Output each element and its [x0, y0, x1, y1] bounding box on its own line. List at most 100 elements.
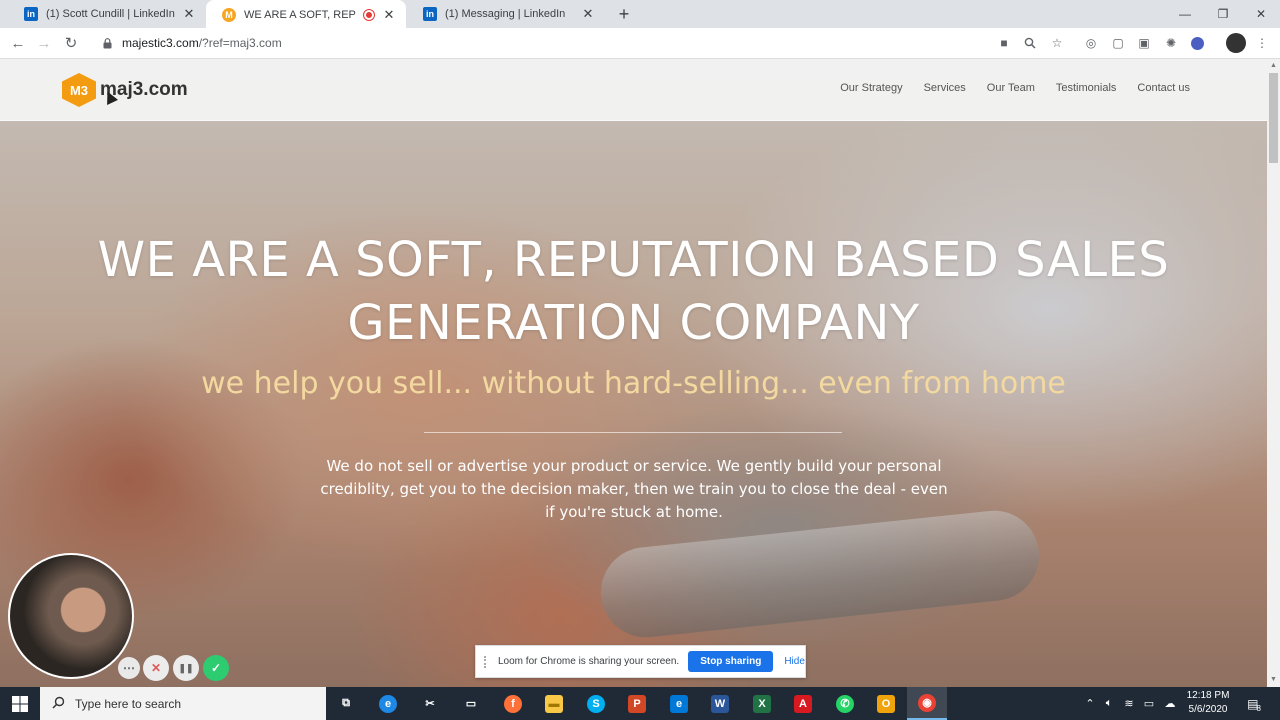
taskbar-edge-legacy[interactable]: e [659, 687, 699, 720]
nav-our-team[interactable]: Our Team [987, 82, 1035, 94]
excel-icon: X [753, 694, 771, 713]
zoom-icon[interactable] [1021, 34, 1039, 52]
tab-strip: in (1) Scott Cundill | LinkedIn ✕ M WE A… [0, 0, 1280, 29]
loom-pause-button[interactable]: ❚❚ [173, 655, 199, 681]
menu-icon[interactable]: ⋮ [1253, 34, 1271, 52]
scroll-down-icon[interactable]: ▼ [1267, 673, 1280, 687]
page-viewport: M3 maj3.com Our Strategy Services Our Te… [0, 59, 1267, 687]
close-icon[interactable]: ✕ [382, 7, 396, 23]
maximize-button[interactable]: ❐ [1204, 0, 1242, 28]
sharing-message: Loom for Chrome is sharing your screen. [498, 656, 680, 667]
nav-our-strategy[interactable]: Our Strategy [840, 82, 902, 94]
extension-screenshot-icon[interactable]: ▣ [1135, 34, 1153, 52]
screen-sharing-bar: Loom for Chrome is sharing your screen. … [475, 645, 806, 678]
tab-scott-cundill[interactable]: in (1) Scott Cundill | LinkedIn ✕ [8, 0, 206, 28]
address-bar[interactable]: majestic3.com/?ref=maj3.com [90, 31, 1110, 55]
whatsapp-icon: ✆ [836, 694, 854, 713]
extension-square-icon[interactable]: ▢ [1109, 34, 1127, 52]
taskbar-file-explorer[interactable]: ▬ [534, 687, 574, 720]
forward-button[interactable]: → [33, 32, 55, 54]
extension-blue-icon[interactable] [1188, 34, 1206, 52]
onedrive-icon[interactable]: ☁ [1160, 687, 1180, 720]
site-header: M3 maj3.com Our Strategy Services Our Te… [0, 59, 1267, 121]
new-tab-button[interactable]: + [614, 4, 634, 24]
extension-compass-icon[interactable]: ◎ [1082, 34, 1100, 52]
taskbar-excel[interactable]: X [742, 687, 782, 720]
chrome-icon: ◉ [918, 693, 936, 712]
logo-mark-icon: M3 [62, 73, 96, 107]
tab-title: (1) Messaging | LinkedIn [445, 8, 566, 20]
notification-center-button[interactable]: ▤ 8 [1242, 687, 1266, 720]
hero-divider [424, 432, 842, 433]
search-placeholder: Type here to search [75, 696, 182, 711]
linkedin-icon: in [24, 7, 38, 21]
bookmark-star-icon[interactable]: ☆ [1048, 34, 1066, 52]
close-icon[interactable]: ✕ [182, 6, 196, 22]
loom-done-button[interactable]: ✓ [203, 655, 229, 681]
battery-icon[interactable]: ▭ [1140, 687, 1158, 720]
webcam-bubble[interactable] [8, 553, 134, 679]
volume-icon[interactable]: 🔈︎ [1100, 687, 1118, 720]
nav-contact-us[interactable]: Contact us [1137, 82, 1190, 94]
site-logo[interactable]: M3 maj3.com [62, 73, 188, 107]
site-nav: Our Strategy Services Our Team Testimoni… [840, 82, 1190, 94]
extension-loom-icon[interactable]: ✺ [1162, 34, 1180, 52]
hero-subtitle: we help you sell... without hard-selling… [201, 366, 1066, 401]
close-icon[interactable]: ✕ [581, 6, 595, 22]
nav-services[interactable]: Services [924, 82, 966, 94]
maj3-icon: M [222, 7, 236, 22]
taskbar-outlook[interactable]: O [866, 687, 906, 720]
scroll-up-icon[interactable]: ▲ [1267, 59, 1280, 73]
edge-legacy-icon: e [670, 694, 688, 713]
url-path: /?ref=maj3.com [198, 36, 282, 50]
task-view-icon: ⧉ [342, 697, 350, 709]
drag-handle-icon[interactable] [484, 655, 490, 668]
tray-chevron-icon[interactable]: ⌃ [1082, 687, 1098, 720]
taskbar-edge-chromium[interactable]: e [368, 687, 408, 720]
hero-body-text: We do not sell or advertise your product… [320, 457, 948, 521]
tab-title: WE ARE A SOFT, REPUTATIO [244, 8, 356, 21]
taskbar-remote-desktop[interactable]: ▭ [451, 687, 491, 720]
taskbar-firefox[interactable]: f [493, 687, 533, 720]
skype-icon: S [587, 694, 605, 713]
edge-chromium-icon: e [379, 694, 397, 713]
windows-logo-icon [12, 695, 28, 712]
powerpoint-icon: P [628, 694, 646, 713]
start-button[interactable] [0, 687, 40, 720]
profile-avatar[interactable] [1226, 33, 1246, 53]
folder-icon: ▬ [545, 694, 563, 713]
url-host: majestic3.com [122, 36, 199, 50]
taskbar-snip[interactable]: ✂ [410, 687, 450, 720]
taskbar-word[interactable]: W [700, 687, 740, 720]
acrobat-icon: A [794, 694, 812, 713]
hide-button[interactable]: Hide [784, 656, 805, 667]
taskbar-clock[interactable]: 12:18 PM 5/6/2020 [1182, 689, 1234, 717]
scrollbar-thumb[interactable] [1269, 73, 1278, 163]
taskbar-powerpoint[interactable]: P [617, 687, 657, 720]
notification-count: 8 [1256, 704, 1261, 713]
wifi-icon[interactable]: ≋ [1120, 687, 1138, 720]
minimize-button[interactable]: — [1166, 0, 1204, 28]
reload-button[interactable]: ↻ [60, 32, 82, 54]
tab-messaging[interactable]: in (1) Messaging | LinkedIn ✕ [407, 0, 605, 28]
stop-sharing-button[interactable]: Stop sharing [688, 651, 774, 672]
page-scrollbar[interactable]: ▲ ▼ [1267, 59, 1280, 687]
clock-date: 5/6/2020 [1188, 704, 1228, 715]
tab-majestic3[interactable]: M WE ARE A SOFT, REPUTATIO ✕ [206, 0, 406, 29]
window-close-button[interactable]: ✕ [1242, 0, 1280, 28]
taskbar-skype[interactable]: S [576, 687, 616, 720]
loom-more-button[interactable]: ⋯ [118, 657, 140, 679]
firefox-icon: f [504, 694, 522, 713]
taskbar-search[interactable]: Type here to search [40, 687, 326, 720]
camera-icon[interactable]: ■ [995, 34, 1013, 52]
hero-title: WE ARE A SOFT, REPUTATION BASED SALES GE… [0, 229, 1267, 355]
taskbar-acrobat[interactable]: A [783, 687, 823, 720]
loom-cancel-button[interactable]: ✕ [143, 655, 169, 681]
taskbar-whatsapp[interactable]: ✆ [825, 687, 865, 720]
taskbar-task-view[interactable]: ⧉ [326, 687, 366, 720]
nav-testimonials[interactable]: Testimonials [1056, 82, 1117, 94]
taskbar-chrome[interactable]: ◉ [907, 687, 947, 720]
snip-icon: ✂ [425, 698, 435, 710]
outlook-icon: O [877, 694, 895, 713]
back-button[interactable]: ← [7, 32, 29, 54]
